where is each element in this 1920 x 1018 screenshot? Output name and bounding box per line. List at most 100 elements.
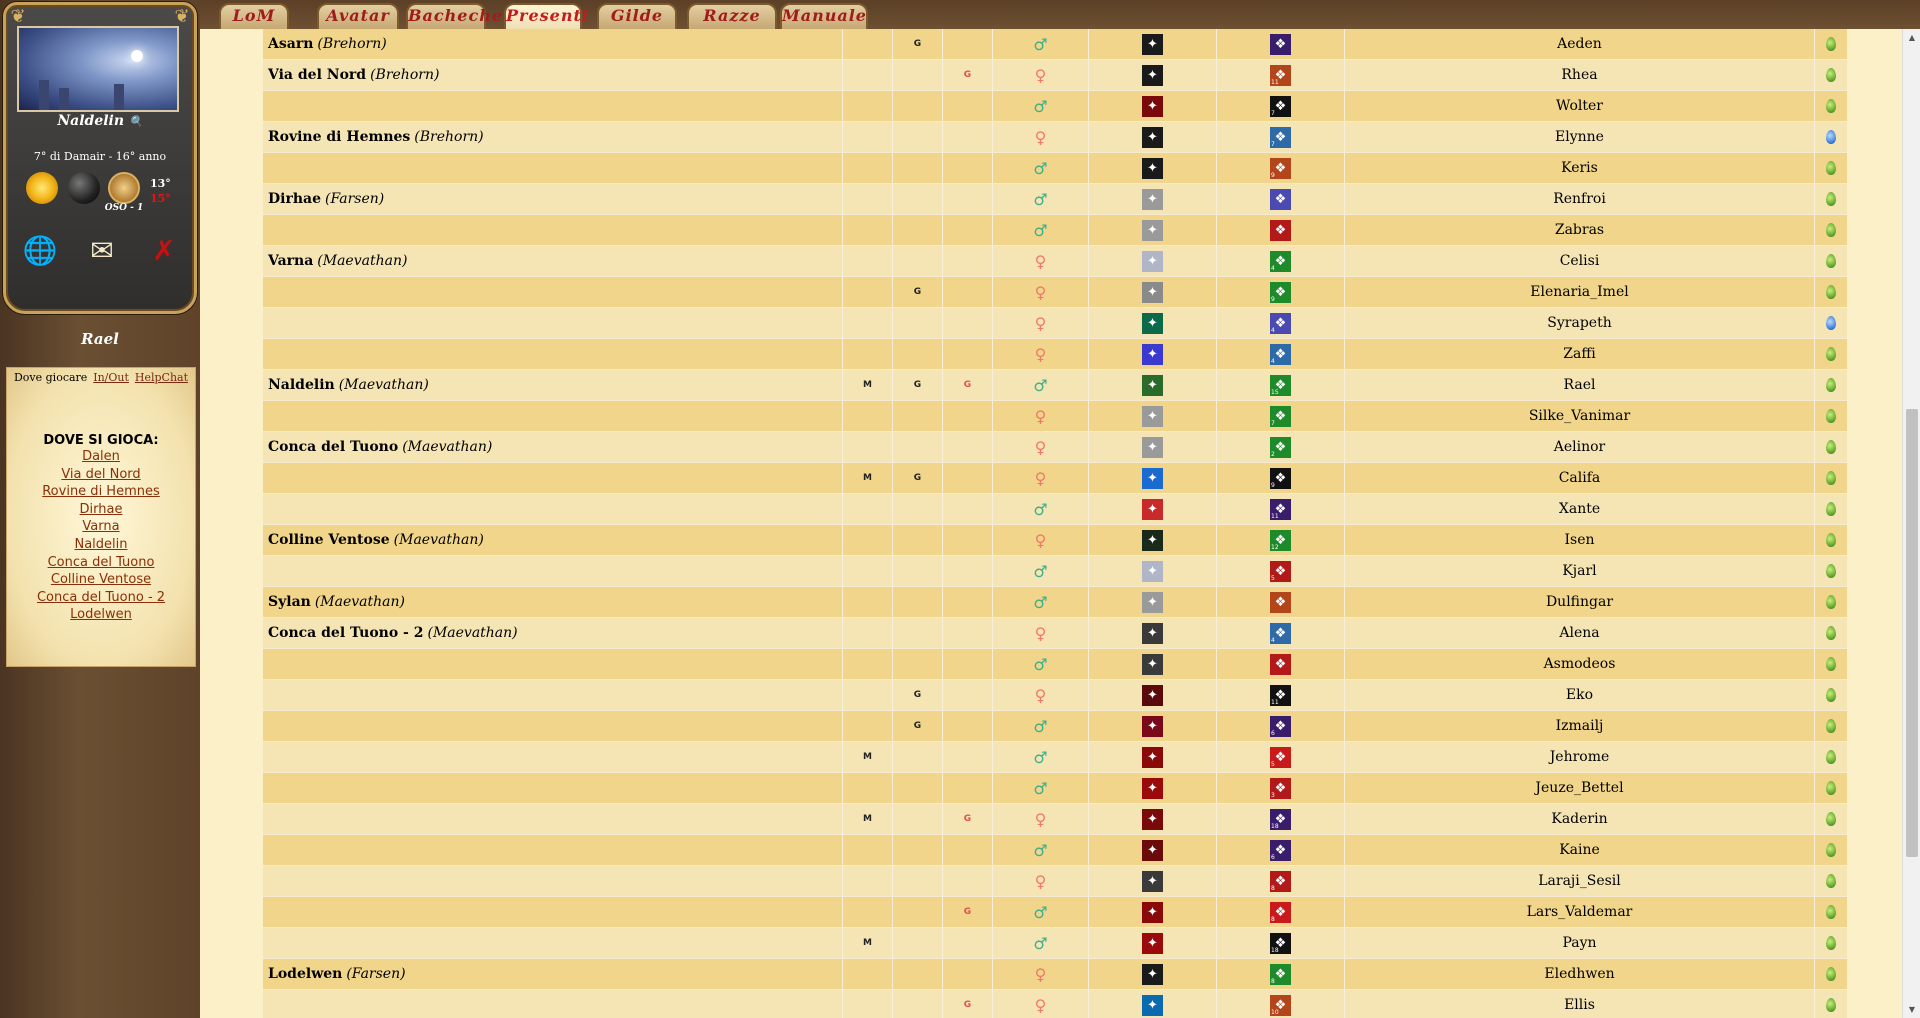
class-cell: ❖ 4 [1217,246,1345,276]
character-link[interactable]: Rael [1564,377,1596,393]
character-link[interactable]: Califa [1559,470,1601,486]
male-icon: ♂ [1033,840,1048,860]
character-link[interactable]: Celisi [1560,253,1600,269]
mail-icon[interactable]: ✉ [84,232,120,268]
scrollbar-thumb[interactable] [1906,409,1918,857]
scrollbar[interactable]: ▲ ▼ [1902,29,1920,1018]
location-name[interactable]: Sylan [268,594,311,610]
status-cell [1815,556,1847,586]
location-name[interactable]: Dirhae [268,191,321,207]
tab-razze[interactable]: Razze [687,3,777,29]
character-link[interactable]: Xante [1559,501,1600,517]
location-name[interactable]: Conca del Tuono - 2 [268,625,423,641]
location-name[interactable]: Rovine di Hemnes [268,129,410,145]
tab-presenti[interactable]: Presenti [504,3,588,29]
master-flag [843,990,893,1018]
status-drop-icon [1826,223,1836,237]
character-link[interactable]: Asmodeos [1544,656,1616,672]
character-link[interactable]: Eko [1566,687,1593,703]
character-link[interactable]: Payn [1562,935,1596,951]
tab-avatar[interactable]: Avatar [317,3,399,29]
character-link[interactable]: Rhea [1561,67,1597,83]
status-drop-icon [1826,781,1836,795]
location-link[interactable]: Naldelin [7,536,195,554]
character-link[interactable]: Jehrome [1550,749,1610,765]
character-link[interactable]: Aeden [1557,36,1602,52]
character-link[interactable]: Lars_Valdemar [1527,904,1633,920]
tab-manuale[interactable]: Manuale [780,3,868,29]
scroll-down-icon[interactable]: ▼ [1903,1001,1920,1018]
tab-helpchat[interactable]: HelpChat [135,371,188,384]
location-name[interactable]: Lodelwen [268,966,342,982]
location-cell: Via del Nord (Brehorn) [263,60,843,90]
location-name[interactable]: Varna [268,253,313,269]
location-cell [263,711,843,741]
search-icon[interactable]: 🔍 [129,115,143,128]
character-link[interactable]: Zaffi [1563,346,1596,362]
guild-flag-red [943,463,993,493]
character-link[interactable]: Elenaria_Imel [1530,284,1628,300]
location-link[interactable]: Dirhae [7,501,195,519]
character-link[interactable]: Eledhwen [1544,966,1614,982]
location-link[interactable]: Conca del Tuono - 2 [7,589,195,607]
close-icon[interactable]: ✗ [146,232,182,268]
class-icon: ❖ 4 [1270,250,1291,272]
character-link[interactable]: Kaine [1559,842,1600,858]
character-link[interactable]: Isen [1564,532,1594,548]
location-link[interactable]: Varna [7,518,195,536]
tab-lom[interactable]: LoM [219,3,289,29]
character-link[interactable]: Izmailj [1556,718,1604,734]
tab-gilde[interactable]: Gilde [597,3,677,29]
character-link[interactable]: Elynne [1555,129,1604,145]
character-link[interactable]: Silke_Vanimar [1529,408,1630,424]
character-link[interactable]: Alena [1559,625,1599,641]
location-name[interactable]: Asarn [268,36,313,52]
master-flag [843,494,893,524]
table-row: M ♂ ✦ ❖ 18 Payn [263,928,1847,959]
character-link[interactable]: Renfroi [1553,191,1606,207]
race-cell: ✦ [1089,246,1217,276]
character-link[interactable]: Ellis [1564,997,1595,1013]
location-link[interactable]: Conca del Tuono [7,554,195,572]
location-name[interactable]: Conca del Tuono [268,439,398,455]
gender-cell: ♀ [993,401,1089,431]
character-link[interactable]: Dulfingar [1546,594,1613,610]
globe-icon[interactable]: 🌐 [22,232,58,268]
location-link[interactable]: Dalen [7,448,195,466]
race-cell: ✦ [1089,556,1217,586]
location-cell: Asarn (Brehorn) [263,29,843,59]
tab-in-out[interactable]: In/Out [93,371,129,384]
level-number: 3 [1271,791,1275,799]
race-icon: ✦ [1142,467,1163,489]
location-name[interactable]: Via del Nord [268,67,366,83]
level-number: 18 [1271,822,1279,830]
character-link[interactable]: Syrapeth [1547,315,1611,331]
character-link[interactable]: Laraji_Sesil [1538,873,1621,889]
location-link[interactable]: Rovine di Hemnes [7,483,195,501]
location-link[interactable]: Via del Nord [7,466,195,484]
master-flag: M [843,742,893,772]
tab-bacheche[interactable]: Bacheche [406,3,502,29]
character-link[interactable]: Aelinor [1554,439,1606,455]
race-icon: ✦ [1142,312,1163,334]
tab-dove-giocare[interactable]: Dove giocare [14,371,87,384]
location-link[interactable]: Lodelwen [7,606,195,624]
character-link[interactable]: Jeuze_Bettel [1535,780,1623,796]
character-link[interactable]: Zabras [1555,222,1604,238]
status-drop-icon [1826,161,1836,175]
location-name[interactable]: Naldelin [268,377,335,393]
character-link[interactable]: Keris [1561,160,1598,176]
character-link[interactable]: Kjarl [1562,563,1596,579]
race-icon: ✦ [1142,932,1163,954]
character-link[interactable]: Kaderin [1551,811,1607,827]
location-link[interactable]: Colline Ventose [7,571,195,589]
character-name[interactable]: Naldelin 🔍 [0,113,200,129]
character-link[interactable]: Wolter [1556,98,1603,114]
gender-cell: ♂ [993,649,1089,679]
avatar[interactable] [17,26,179,112]
race-icon: ✦ [1142,250,1163,272]
male-icon: ♂ [1033,158,1048,178]
scroll-up-icon[interactable]: ▲ [1903,29,1920,46]
location-name[interactable]: Colline Ventose [268,532,390,548]
status-cell [1815,494,1847,524]
